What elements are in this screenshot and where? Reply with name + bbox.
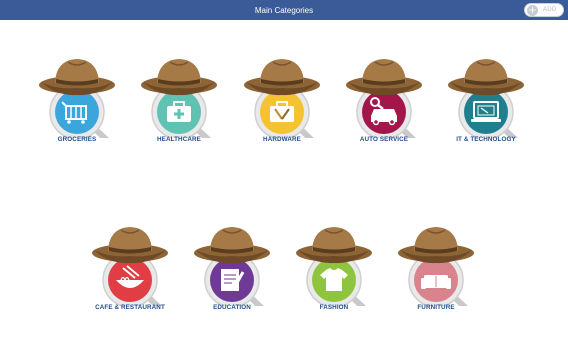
category-tile-fashion[interactable]: FASHION bbox=[289, 220, 379, 320]
category-tile-furniture[interactable]: FURNITURE bbox=[391, 220, 481, 320]
category-tile-auto-service[interactable]: AUTO SERVICE bbox=[339, 52, 429, 152]
tshirt-icon bbox=[296, 227, 372, 306]
category-tile-hardware[interactable]: HARDWARE bbox=[237, 52, 327, 152]
notebook-pencil-icon bbox=[194, 227, 270, 306]
sofa-icon bbox=[398, 227, 474, 306]
category-tile-healthcare[interactable]: HEALTHCARE bbox=[134, 52, 224, 152]
category-tile-it-technology[interactable]: IT & TECHNOLOGY bbox=[441, 52, 531, 152]
category-label: HEALTHCARE bbox=[157, 136, 201, 143]
category-tile-groceries[interactable]: GROCERIES bbox=[32, 52, 122, 152]
add-button-label: ADD bbox=[543, 7, 557, 13]
laptop-icon bbox=[448, 59, 524, 138]
category-label: IT & TECHNOLOGY bbox=[456, 136, 516, 143]
category-tile-cafe-restaurant[interactable]: CAFE & RESTAURANT bbox=[85, 220, 175, 320]
toolbox-icon bbox=[244, 59, 320, 138]
add-button[interactable]: + ADD bbox=[524, 3, 564, 17]
app-header: Main Categories + ADD bbox=[0, 0, 568, 20]
category-label: FURNITURE bbox=[417, 304, 455, 311]
category-tile-education[interactable]: EDUCATION bbox=[187, 220, 277, 320]
first-aid-kit-icon bbox=[141, 59, 217, 138]
shopping-cart-icon bbox=[39, 59, 115, 138]
car-wrench-icon bbox=[346, 59, 422, 138]
plus-icon: + bbox=[527, 4, 538, 16]
noodle-bowl-icon bbox=[92, 227, 168, 306]
page-title: Main Categories bbox=[254, 5, 314, 15]
